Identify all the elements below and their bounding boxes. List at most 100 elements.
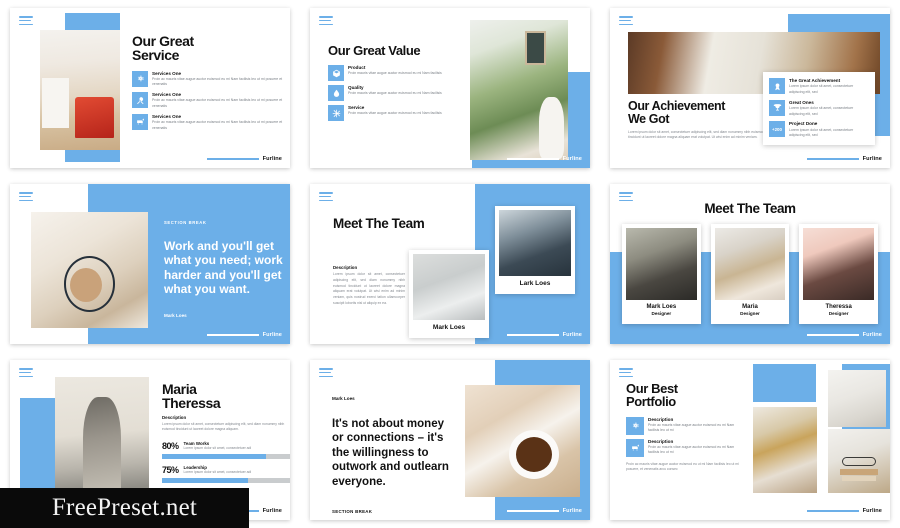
member-role: Designer: [740, 311, 760, 316]
slide-footer: Furline: [206, 332, 282, 338]
brand-name: Furline: [262, 508, 282, 514]
photo-mark-loes: [413, 254, 485, 320]
team-card[interactable]: Mark Loes Designer: [622, 224, 701, 324]
hamburger-icon[interactable]: [319, 368, 333, 379]
feature-item[interactable]: Description Proin ac mauris vitae augue …: [626, 438, 746, 457]
photo-mark-loes: [626, 228, 697, 300]
eyebrow: SECTION BREAK: [332, 508, 373, 514]
hamburger-icon[interactable]: [19, 16, 33, 27]
slide-footer: Furline: [506, 156, 582, 162]
slide-our-best-portfolio[interactable]: Our Best Portfolio Description Proin ac …: [610, 360, 890, 520]
decor-blue-square: [753, 364, 816, 402]
hamburger-icon[interactable]: [319, 192, 333, 203]
hamburger-icon[interactable]: [19, 192, 33, 203]
feature-body: Proin mauris vitae augue auctor euismod …: [348, 111, 442, 116]
hamburger-icon[interactable]: [319, 16, 333, 27]
page-title: Our Great Value: [328, 43, 421, 58]
skill-row: 75% Leadership Lorem ipsum dolor sit ame…: [162, 465, 290, 476]
hamburger-icon[interactable]: [619, 16, 633, 27]
photo-cafe: [753, 407, 817, 493]
slide-section-break-money[interactable]: Mark Loes It's not about money or connec…: [310, 360, 590, 520]
slide-footer: Furline: [506, 508, 582, 514]
slide-footer: Furline: [206, 156, 282, 162]
drop-icon: [328, 85, 344, 102]
achievement-card[interactable]: The Great Achievement Lorem ipsum dolor …: [763, 72, 875, 146]
achievement-item[interactable]: Great Ones Lorem ipsum dolor sit amet, c…: [769, 99, 869, 118]
brand-name: Furline: [862, 332, 882, 338]
feature-body: Proin ac mauris vitae augue auctor euism…: [152, 120, 283, 130]
slide-section-break-work[interactable]: SECTION BREAK Work and you'll get what y…: [10, 184, 290, 344]
hamburger-icon[interactable]: [619, 368, 633, 379]
badge-value: +200: [772, 126, 782, 132]
hamburger-icon[interactable]: [19, 368, 33, 379]
slide-meet-the-team-three[interactable]: Meet The Team Mark Loes Designer Maria D…: [610, 184, 890, 344]
quote-author: Mark Loes: [332, 396, 355, 401]
footer-rule: [806, 334, 859, 336]
hamburger-icon[interactable]: [619, 192, 633, 203]
slide-our-great-value[interactable]: Our Great Value Product Proin mauris vit…: [310, 8, 590, 168]
achievement-title: Project Done: [789, 121, 818, 127]
slide-cell-3: Our Achievement We Got Lorem ipsum dolor…: [600, 0, 900, 176]
slide-cell-6: Meet The Team Mark Loes Designer Maria D…: [600, 176, 900, 352]
skill-row: 80% Team Works Lorem ipsum dolor sit ame…: [162, 441, 290, 452]
feature-item[interactable]: Services One Proin ac mauris vitae augue…: [132, 70, 290, 89]
achievement-item[interactable]: The Great Achievement Lorem ipsum dolor …: [769, 78, 869, 96]
skill-body: Lorem ipsum dolor sit amet, consectetuer…: [183, 446, 252, 451]
quote-text: It's not about money or connections – it…: [332, 418, 449, 488]
feature-body: Proin ac mauris vitae augue auctor euism…: [152, 76, 283, 87]
slide-our-achievement[interactable]: Our Achievement We Got Lorem ipsum dolor…: [610, 8, 890, 168]
member-role: Designer: [651, 311, 672, 316]
feature-item[interactable]: Description Proin ac mauris vitae augue …: [626, 416, 746, 435]
feature-title: Services One: [152, 70, 182, 76]
feature-title: Services One: [152, 113, 182, 119]
member-name: Theressa: [825, 304, 852, 310]
slide-cell-9: Our Best Portfolio Description Proin ac …: [600, 352, 900, 528]
brand-name: Furline: [562, 508, 582, 514]
footer-rule: [806, 158, 859, 160]
member-name: Mark Loes: [646, 304, 677, 310]
slide-cell-1: Our Great Service Services One Proin ac …: [0, 0, 300, 176]
medal-icon: [769, 78, 785, 94]
photo-tea: [465, 385, 580, 497]
quote-text: Work and you'll get what you need; work …: [164, 239, 283, 297]
brand-name: Furline: [262, 156, 282, 162]
team-card[interactable]: Mark Loes: [409, 250, 489, 338]
team-card[interactable]: Maria Designer: [710, 224, 790, 324]
achievement-body: Lorem ipsum dolor sit amet, consectetuer…: [789, 127, 854, 138]
footer-rule: [506, 510, 559, 512]
member-role: Designer: [828, 311, 849, 316]
gear-icon: [626, 416, 644, 435]
slide-cell-5: Meet The Team Description Lorem ipsum do…: [300, 176, 600, 352]
box-icon: [328, 65, 344, 82]
photo-desk: [828, 370, 886, 427]
watermark: FreePreset.net: [0, 488, 249, 528]
member-name: Maria: [742, 304, 758, 310]
slide-our-great-service[interactable]: Our Great Service Services One Proin ac …: [10, 8, 290, 168]
feature-item[interactable]: Services One Proin ac mauris vitae augue…: [132, 113, 290, 132]
watermark-text: FreePreset.net: [51, 494, 198, 521]
feature-item[interactable]: Quality Proin mauris vitae augue auctor …: [328, 85, 456, 102]
achievement-item[interactable]: +200 Project Done Lorem ipsum dolor sit …: [769, 121, 869, 139]
photo-glasses: [828, 429, 890, 493]
footer-rule: [206, 334, 259, 336]
photo-coffee: [31, 212, 148, 328]
progress-bar-team-works: [162, 453, 290, 459]
slide-meet-the-team-two[interactable]: Meet The Team Description Lorem ipsum do…: [310, 184, 590, 344]
member-name: Lark Loes: [519, 280, 551, 287]
photo-lark-loes: [499, 210, 571, 276]
slide-footer: Furline: [806, 332, 882, 338]
brand-name: Furline: [562, 332, 582, 338]
slide-grid: Our Great Service Services One Proin ac …: [0, 0, 900, 528]
feature-item[interactable]: Services One Proin ac mauris vitae augue…: [132, 92, 290, 110]
team-card[interactable]: Theressa Designer: [799, 224, 879, 324]
slide-cell-2: Our Great Value Product Proin mauris vit…: [300, 0, 600, 176]
slide-footer: Furline: [806, 508, 882, 514]
feature-item[interactable]: Product Proin mauris vitae augue auctor …: [328, 65, 456, 82]
team-card[interactable]: Lark Loes: [495, 206, 575, 294]
quote-author: Mark Loes: [164, 312, 187, 318]
footer-rule: [206, 158, 259, 160]
feature-body: Proin ac mauris vitae augue auctor euism…: [152, 98, 283, 109]
page-body: Lorem ipsum dolor sit amet, consectetuer…: [628, 129, 765, 140]
feature-item[interactable]: Service Proin mauris vitae augue auctor …: [328, 105, 456, 122]
achievement-body: Lorem ipsum dolor sit amet, consectetuer…: [789, 105, 854, 116]
